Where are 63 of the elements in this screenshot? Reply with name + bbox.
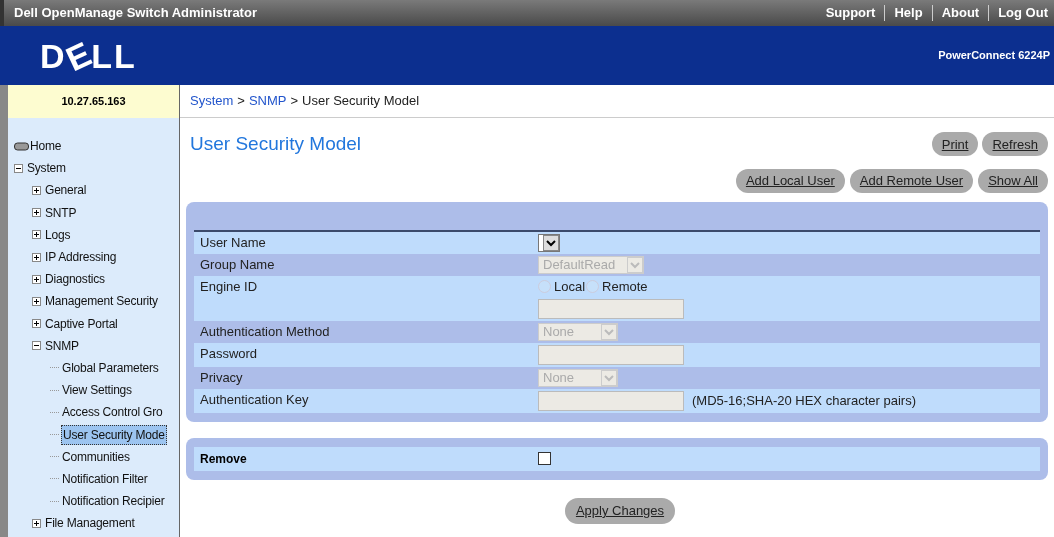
expand-icon[interactable] bbox=[32, 230, 41, 240]
tree-item[interactable]: Management Security bbox=[44, 292, 159, 311]
field-label: Engine ID bbox=[199, 277, 259, 296]
tree-item[interactable]: Notification Recipier bbox=[61, 492, 166, 511]
header-link[interactable]: Log Out bbox=[998, 3, 1048, 23]
tree-item[interactable]: Captive Portal bbox=[44, 314, 119, 333]
expand-icon[interactable] bbox=[32, 252, 41, 262]
breadcrumb-link[interactable]: System bbox=[190, 91, 234, 111]
radio-label: Remote bbox=[602, 277, 648, 296]
toolbar-button[interactable]: Refresh bbox=[982, 132, 1048, 157]
breadcrumb-separator: > bbox=[237, 92, 245, 111]
breadcrumb-separator: > bbox=[290, 92, 299, 111]
field-label: User Name bbox=[199, 233, 267, 252]
action-button[interactable]: Add Remote User bbox=[849, 168, 974, 193]
app-title: Dell OpenManage Switch Administrator bbox=[14, 4, 257, 23]
page-title: User Security Model bbox=[190, 132, 362, 156]
tree-item[interactable]: General bbox=[44, 181, 88, 200]
apply-changes-button[interactable]: Apply Changes bbox=[564, 497, 676, 524]
caret-icon[interactable] bbox=[543, 234, 559, 251]
header-link[interactable]: About bbox=[941, 3, 980, 23]
tree-item[interactable]: SNMP bbox=[44, 336, 80, 355]
expand-icon[interactable] bbox=[32, 319, 41, 329]
breadcrumb-link[interactable]: SNMP bbox=[248, 91, 287, 111]
field-label: Privacy bbox=[199, 368, 244, 387]
dropdown[interactable] bbox=[538, 233, 560, 252]
action-button[interactable]: Add Local User bbox=[735, 168, 845, 193]
radio-label: Local bbox=[554, 277, 586, 296]
field-label: Authentication Key bbox=[199, 390, 310, 409]
tree-item[interactable]: Home bbox=[29, 137, 63, 156]
action-button[interactable]: Show All bbox=[978, 168, 1048, 193]
tree-item[interactable]: File Management bbox=[44, 514, 136, 533]
expand-icon[interactable] bbox=[32, 274, 41, 284]
collapse-icon[interactable] bbox=[14, 163, 23, 173]
breadcrumb-current: User Security Model bbox=[302, 92, 420, 111]
expand-icon[interactable] bbox=[32, 185, 41, 195]
tree-item[interactable]: Global Parameters bbox=[61, 358, 160, 377]
brand-logo: DELL bbox=[40, 38, 137, 73]
tree-item[interactable]: SNTP bbox=[44, 203, 78, 222]
ip-address: 10.27.65.163 bbox=[61, 94, 126, 110]
drive-icon bbox=[14, 141, 29, 151]
tree-item[interactable]: User Security Mode bbox=[61, 424, 167, 445]
expand-icon[interactable] bbox=[32, 208, 41, 218]
model-name: PowerConnect 6224P bbox=[938, 48, 1050, 64]
collapse-icon[interactable] bbox=[32, 341, 41, 351]
field-label: Password bbox=[199, 344, 259, 363]
field-label: Authentication Method bbox=[199, 322, 331, 341]
field-label: Remove bbox=[199, 450, 248, 468]
field-label: Group Name bbox=[199, 255, 276, 274]
expand-icon[interactable] bbox=[32, 296, 41, 306]
header-link[interactable]: Help bbox=[894, 3, 923, 23]
tree-item[interactable]: System bbox=[26, 159, 67, 178]
tree-item[interactable]: Communities bbox=[61, 447, 131, 466]
toolbar-button[interactable]: Print bbox=[931, 132, 979, 157]
hint-text: (MD5-16;SHA-20 HEX character pairs) bbox=[692, 391, 916, 410]
tree-item[interactable]: Notification Filter bbox=[61, 469, 149, 488]
tree-item[interactable]: IP Addressing bbox=[44, 248, 118, 267]
tree-item[interactable]: Logs bbox=[44, 225, 72, 244]
tree-item[interactable]: Diagnostics bbox=[44, 270, 106, 289]
expand-icon[interactable] bbox=[32, 518, 41, 528]
tree-item[interactable]: View Settings bbox=[61, 381, 133, 400]
header-link[interactable]: Support bbox=[825, 3, 876, 23]
tree-item[interactable]: Access Control Gro bbox=[61, 403, 164, 422]
remove-checkbox[interactable] bbox=[538, 452, 551, 465]
